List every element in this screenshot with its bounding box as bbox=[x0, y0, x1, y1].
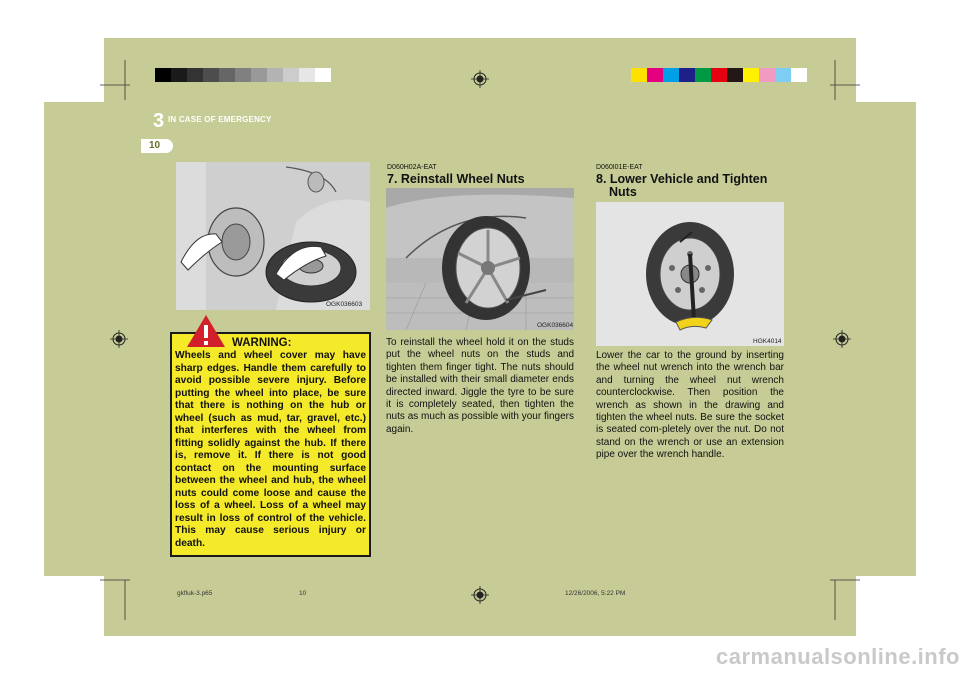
section-code: D060H02A-EAT bbox=[387, 164, 437, 171]
footer-page: 10 bbox=[299, 590, 307, 597]
section-code: D060I01E-EAT bbox=[596, 164, 643, 171]
crop-area-top-right bbox=[856, 38, 916, 102]
crop-area-top-left bbox=[44, 38, 104, 102]
footer-filename: gkfluk-3.p65 bbox=[177, 590, 213, 597]
crop-area-bottom-left bbox=[44, 576, 104, 636]
warning-text: Wheels and wheel cover may have sharp ed… bbox=[175, 350, 366, 549]
figure-tighten-nuts-wrench bbox=[596, 202, 784, 346]
registration-mark-right bbox=[833, 330, 851, 348]
figure-code: OGK036603 bbox=[326, 301, 363, 308]
section-title: 7. Reinstall Wheel Nuts bbox=[387, 172, 525, 186]
chapter-number: 3 bbox=[153, 110, 165, 132]
footer-datetime: 12/26/2006, 5:22 PM bbox=[565, 590, 626, 597]
figure-reinstall-wheel-nuts bbox=[386, 188, 574, 330]
crop-area-bottom-right bbox=[856, 576, 916, 636]
warning-title: WARNING: bbox=[232, 337, 292, 349]
registration-mark-bottom bbox=[471, 586, 489, 604]
page-number: 10 bbox=[149, 140, 161, 151]
registration-mark-left bbox=[110, 330, 128, 348]
section-body: To reinstall the wheel hold it on the st… bbox=[386, 337, 574, 435]
grayscale-color-bar bbox=[155, 68, 331, 82]
chapter-title: IN CASE OF EMERGENCY bbox=[168, 115, 272, 124]
section-title-continued: Nuts bbox=[609, 185, 637, 199]
figure-code: HGK4014 bbox=[753, 338, 782, 345]
process-color-bar bbox=[631, 68, 807, 82]
figure-code: OGK036604 bbox=[537, 322, 574, 329]
watermark: carmanualsonline.info bbox=[716, 644, 960, 669]
section-body: Lower the car to the ground by inserting… bbox=[596, 350, 784, 461]
figure-clean-wheel-hub bbox=[176, 162, 370, 310]
registration-mark-top bbox=[471, 70, 489, 88]
warning-icon bbox=[187, 315, 225, 347]
